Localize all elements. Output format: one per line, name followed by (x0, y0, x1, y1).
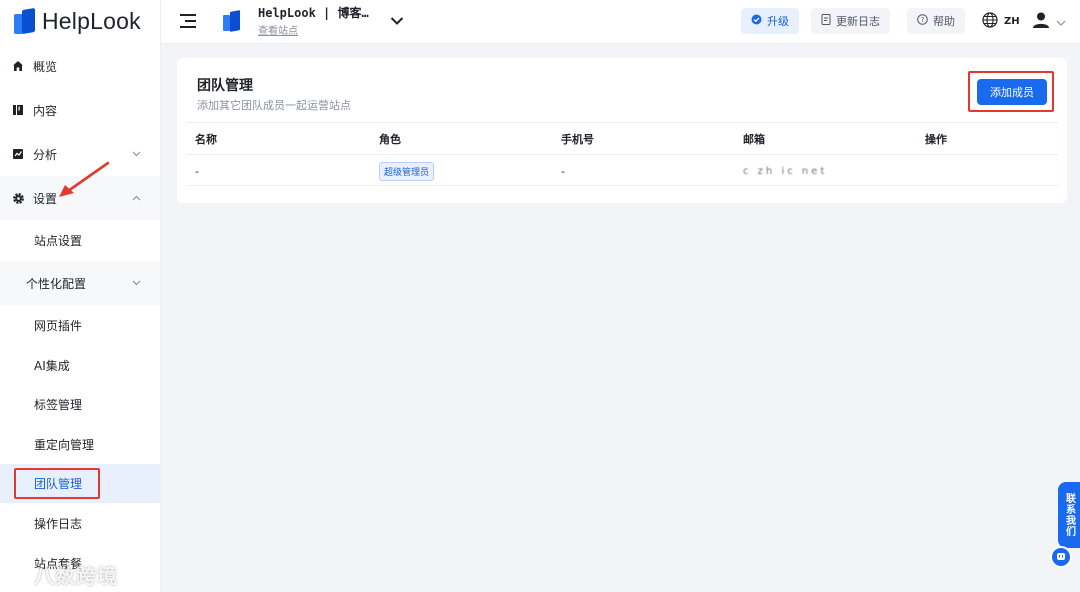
changelog-button[interactable]: 更新日志 (811, 8, 890, 34)
sidebar-item-label: 概览 (33, 59, 58, 74)
watermark-text: 八数跨境 (34, 564, 118, 588)
changelog-label: 更新日志 (836, 15, 880, 28)
member-email-text: c zh ic net (743, 165, 828, 177)
sidebar-item-overview[interactable]: 概览 (0, 44, 160, 88)
sidebar-item-label: 分析 (33, 147, 58, 162)
member-phone: - (561, 164, 565, 178)
highlight-box (14, 468, 100, 499)
help-button[interactable]: ? 帮助 (907, 8, 965, 34)
chevron-up-icon (131, 193, 141, 203)
page-subtitle: 添加其它团队成员一起运营站点 (197, 99, 351, 112)
site-logo-icon (223, 10, 241, 32)
chart-icon (11, 147, 25, 161)
sidebar-item-site-settings[interactable]: 站点设置 (0, 220, 160, 261)
check-badge-icon (751, 14, 762, 28)
sidebar-item-redirect-management[interactable]: 重定向管理 (0, 424, 160, 464)
sidebar-item-label: 操作日志 (34, 516, 83, 531)
sidebar-item-label: 站点设置 (34, 234, 83, 248)
help-icon: ? (917, 14, 928, 28)
member-name: - (195, 164, 199, 178)
sidebar-item-label: 网页插件 (34, 318, 83, 333)
sidebar-item-tag-management[interactable]: 标签管理 (0, 385, 160, 424)
top-header: HelpLook | 博客… 查看站点 升级 更新日志 ? 帮助 ZH (161, 0, 1080, 44)
chevron-down-icon (131, 149, 141, 159)
logo[interactable]: HelpLook (14, 6, 141, 36)
sidebar-item-content[interactable]: 内容 (0, 88, 160, 132)
user-avatar-icon (1032, 11, 1050, 32)
view-site-link[interactable]: 查看站点 (258, 22, 298, 37)
sidebar-item-label: 重定向管理 (34, 437, 95, 452)
table-header-row: 名称 角色 手机号 邮箱 操作 (187, 122, 1059, 154)
column-header-actions: 操作 (925, 133, 947, 146)
menu-toggle-icon[interactable] (180, 14, 196, 28)
page-title: 团队管理 (197, 78, 253, 94)
team-management-card: 团队管理 添加其它团队成员一起运营站点 添加成员 名称 角色 手机号 邮箱 操作… (177, 58, 1067, 203)
logo-text: HelpLook (42, 7, 141, 34)
gear-icon (11, 191, 25, 205)
site-switcher-chevron-icon[interactable] (390, 15, 404, 27)
language-code: ZH (1004, 16, 1020, 27)
column-header-name: 名称 (195, 133, 217, 146)
sidebar-item-ai-integration[interactable]: AI集成 (0, 345, 160, 385)
sidebar-item-label: 个性化配置 (26, 276, 87, 291)
sidebar-item-label: AI集成 (34, 358, 70, 373)
helplook-logo-icon (14, 7, 36, 35)
chat-bubble-icon[interactable] (1050, 546, 1072, 568)
home-icon (11, 59, 25, 73)
upgrade-button[interactable]: 升级 (741, 8, 799, 34)
sidebar: HelpLook 概览 内容 分析 设置 站点设置 个性化配置 网页插件 AI集… (0, 0, 161, 592)
member-role: 超级管理员 (379, 155, 435, 187)
site-title: HelpLook | 博客… (258, 6, 369, 20)
book-icon (11, 103, 25, 117)
sidebar-item-label: 内容 (33, 103, 58, 118)
contact-us-tab[interactable]: 联系我们 (1058, 482, 1080, 548)
annotation-arrow-icon (59, 161, 110, 197)
sidebar-item-label: 标签管理 (34, 398, 83, 412)
role-badge: 超级管理员 (379, 161, 435, 181)
watermark-logo-icon (8, 562, 30, 587)
document-icon (821, 14, 831, 28)
column-header-phone: 手机号 (561, 133, 594, 146)
svg-text:?: ? (921, 16, 925, 24)
chevron-down-icon (131, 278, 141, 288)
column-header-role: 角色 (379, 133, 401, 146)
user-menu[interactable] (1032, 11, 1066, 32)
globe-icon (982, 12, 998, 31)
upgrade-label: 升级 (767, 15, 789, 28)
member-email: c zh ic net (743, 155, 827, 187)
language-switcher[interactable]: ZH (982, 12, 1020, 31)
members-table: 名称 角色 手机号 邮箱 操作 - 超级管理员 - c zh ic net (187, 122, 1059, 186)
sidebar-item-operation-log[interactable]: 操作日志 (0, 503, 160, 543)
sidebar-item-web-plugins[interactable]: 网页插件 (0, 305, 160, 345)
highlight-box (968, 71, 1054, 112)
sidebar-item-personalization[interactable]: 个性化配置 (0, 261, 160, 305)
column-header-email: 邮箱 (743, 133, 765, 146)
help-label: 帮助 (933, 15, 955, 28)
chevron-down-icon (1056, 15, 1066, 29)
table-row: - 超级管理员 - c zh ic net (187, 154, 1059, 186)
sidebar-item-label: 设置 (33, 191, 58, 206)
watermark: 八数跨境 (8, 560, 118, 589)
